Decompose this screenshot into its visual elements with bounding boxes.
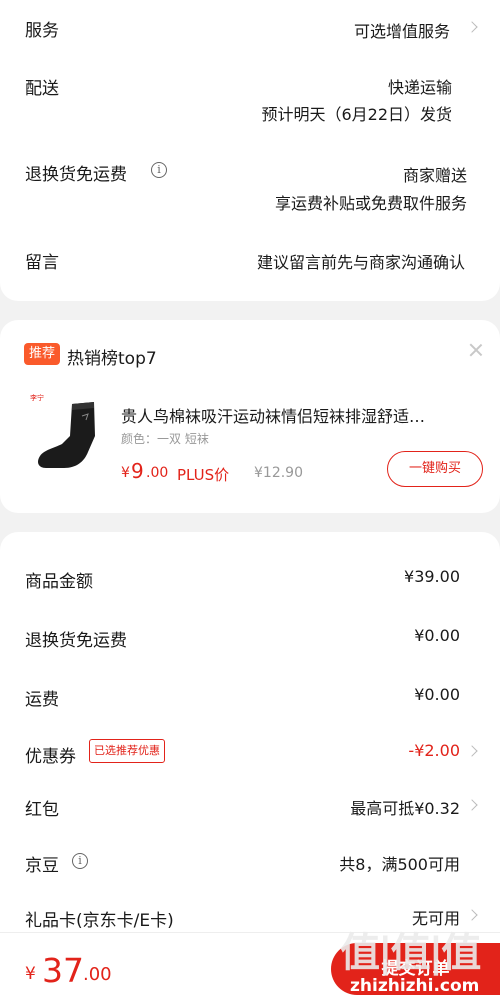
goods-amount-value: ¥39.00 <box>404 567 460 586</box>
return-fee-value: ¥0.00 <box>414 626 460 645</box>
recommend-title: 热销榜top7 <box>67 349 157 369</box>
close-icon[interactable] <box>468 342 484 358</box>
total-dec: .00 <box>83 964 112 985</box>
price-int: 9 <box>131 459 144 483</box>
message-input[interactable]: 建议留言前先与商家沟通确认 <box>257 249 465 273</box>
redpacket-value[interactable]: 最高可抵¥0.32 <box>350 795 460 819</box>
recommend-tag: 推荐 <box>24 343 61 365</box>
info-icon[interactable]: i <box>72 853 88 869</box>
original-price: ¥12.90 <box>254 465 303 481</box>
sock-icon <box>38 402 95 468</box>
message-label: 留言 <box>25 253 59 273</box>
product-spec: 颜色：一双 短袜 <box>121 432 209 446</box>
price-currency: ¥ <box>121 465 130 481</box>
return-free-label: 退换货免运费 <box>25 165 127 185</box>
return-free-value: 商家赠送 <box>402 166 467 185</box>
brand-logo: 李宁 <box>30 394 44 402</box>
service-value[interactable]: 可选增值服务 <box>354 18 450 42</box>
redpacket-label: 红包 <box>25 800 59 820</box>
buy-now-button[interactable]: 一键购买 <box>387 451 483 487</box>
jingdou-value: 共8，满500可用 <box>339 855 460 874</box>
info-icon[interactable]: i <box>151 162 167 178</box>
price-dec: .00 <box>146 465 169 481</box>
delivery-label: 配送 <box>25 79 59 99</box>
coupon-label: 优惠券 <box>25 747 76 767</box>
return-fee-label: 退换货免运费 <box>25 631 127 651</box>
plus-price-label: PLUS价 <box>177 466 230 484</box>
service-label: 服务 <box>25 21 59 41</box>
watermark-logo: 值|值|值 <box>340 930 481 976</box>
return-free-sub: 享运费补贴或免费取件服务 <box>274 194 467 213</box>
shipping-value: ¥0.00 <box>414 685 460 704</box>
delivery-date: 预计明天（6月22日）发货 <box>261 105 452 124</box>
giftcard-label: 礼品卡(京东卡/E卡) <box>25 911 174 931</box>
total-currency: ¥ <box>25 964 36 984</box>
jingdou-label: 京豆 <box>25 856 59 876</box>
product-image[interactable]: 李宁 <box>24 392 108 476</box>
total-int: 37 <box>42 951 84 990</box>
coupon-value[interactable]: -¥2.00 <box>408 741 460 760</box>
coupon-tag: 已选推荐优惠 <box>89 739 165 763</box>
delivery-value[interactable]: 快递运输 <box>388 74 452 98</box>
watermark-site: zhizhizhi.com <box>350 976 480 996</box>
product-name[interactable]: 贵人鸟棉袜吸汗运动袜情侣短袜排湿舒适… <box>121 403 425 427</box>
goods-amount-label: 商品金额 <box>25 572 93 592</box>
shipping-label: 运费 <box>25 690 59 710</box>
